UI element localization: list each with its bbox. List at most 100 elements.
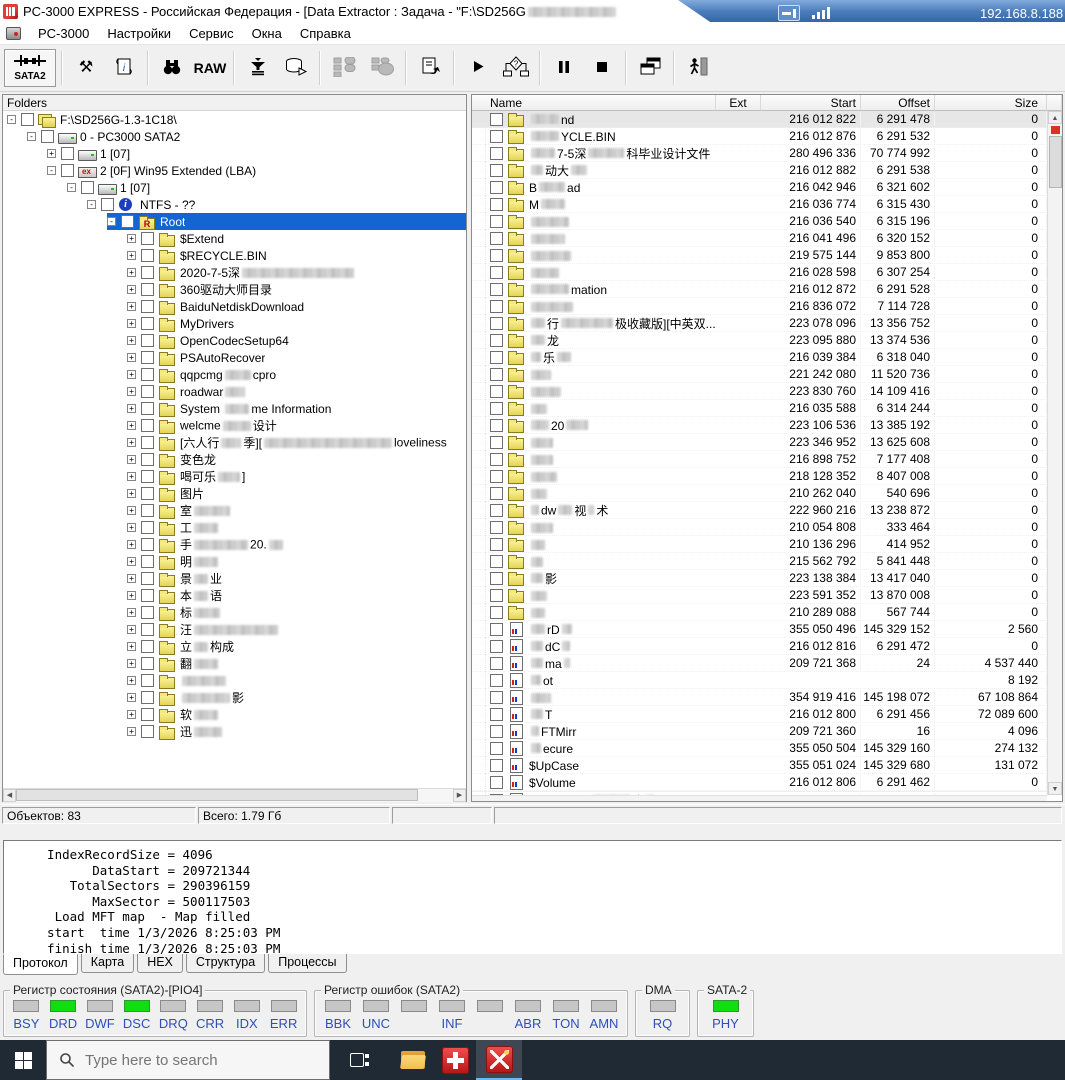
expand-toggle-icon[interactable]: + <box>127 710 136 719</box>
tree-checkbox[interactable] <box>141 402 154 415</box>
tree-checkbox[interactable] <box>141 317 154 330</box>
tree-item[interactable]: +软 <box>3 706 466 723</box>
file-checkbox[interactable] <box>490 113 503 126</box>
tree-checkbox[interactable] <box>141 334 154 347</box>
file-row[interactable]: ot8 192 <box>472 672 1047 689</box>
expand-toggle-icon[interactable]: - <box>27 132 36 141</box>
tree-checkbox[interactable] <box>101 198 114 211</box>
column-header-ext[interactable]: Ext <box>716 95 761 111</box>
file-row[interactable]: 216 836 0727 114 7280 <box>472 298 1047 315</box>
scrollbar-thumb[interactable] <box>16 789 418 801</box>
tab-протокол[interactable]: Протокол <box>3 954 78 975</box>
file-checkbox[interactable] <box>490 164 503 177</box>
tree-item[interactable]: +手20. <box>3 536 466 553</box>
file-checkbox[interactable] <box>490 572 503 585</box>
search-button[interactable] <box>154 49 190 87</box>
file-row[interactable]: 210 262 040540 6960 <box>472 485 1047 502</box>
file-checkbox[interactable] <box>490 742 503 755</box>
file-row[interactable]: 行极收藏版][中英双...223 078 09613 356 7520 <box>472 315 1047 332</box>
file-checkbox[interactable] <box>490 538 503 551</box>
tab-структура[interactable]: Структура <box>186 954 265 973</box>
tree-item[interactable]: +360驱动大师目录 <box>3 281 466 298</box>
tree-checkbox[interactable] <box>141 385 154 398</box>
file-row[interactable]: 216 028 5986 307 2540 <box>472 264 1047 281</box>
taskbar-search[interactable] <box>46 1040 330 1080</box>
file-row[interactable]: 216 035 5886 314 2440 <box>472 400 1047 417</box>
file-row[interactable]: 218 128 3528 407 0080 <box>472 468 1047 485</box>
tree-item[interactable]: +迅 <box>3 723 466 740</box>
expand-toggle-icon[interactable]: + <box>127 625 136 634</box>
stop-button[interactable] <box>584 49 620 87</box>
tree-item[interactable]: +MyDrivers <box>3 315 466 332</box>
scrollbar-thumb[interactable] <box>1049 136 1062 188</box>
expand-toggle-icon[interactable]: + <box>127 506 136 515</box>
tree-item[interactable]: +标 <box>3 604 466 621</box>
file-row[interactable]: 215 562 7925 841 4480 <box>472 553 1047 570</box>
file-checkbox[interactable] <box>490 470 503 483</box>
expand-toggle-icon[interactable]: + <box>127 370 136 379</box>
expand-toggle-icon[interactable]: + <box>127 489 136 498</box>
tree-checkbox[interactable] <box>141 521 154 534</box>
tree-checkbox[interactable] <box>141 657 154 670</box>
file-row[interactable]: FTMirr209 721 360164 096 <box>472 723 1047 740</box>
tree-item[interactable]: +变色龙 <box>3 451 466 468</box>
tree-checkbox[interactable] <box>141 266 154 279</box>
file-row[interactable]: 210 136 296414 9520 <box>472 536 1047 553</box>
file-row[interactable]: 7-5深科毕业设计文件280 496 33670 774 9920 <box>472 145 1047 162</box>
tree-checkbox[interactable] <box>141 283 154 296</box>
expand-toggle-icon[interactable]: + <box>127 557 136 566</box>
tab-hex[interactable]: HEX <box>137 954 183 973</box>
tree-checkbox[interactable] <box>141 232 154 245</box>
file-row[interactable]: 20223 106 53613 385 1920 <box>472 417 1047 434</box>
expand-toggle-icon[interactable]: + <box>127 302 136 311</box>
tree-checkbox[interactable] <box>141 674 154 687</box>
port-sata2-button[interactable]: SATA2 <box>4 49 56 87</box>
tree-item[interactable]: +明 <box>3 553 466 570</box>
tree-item[interactable]: +室 <box>3 502 466 519</box>
file-checkbox[interactable] <box>490 623 503 636</box>
file-checkbox[interactable] <box>490 436 503 449</box>
expand-toggle-icon[interactable]: + <box>127 727 136 736</box>
tree-item[interactable]: +汪 <box>3 621 466 638</box>
expand-toggle-icon[interactable]: + <box>127 608 136 617</box>
raw-recovery-button[interactable]: RAW <box>192 49 228 87</box>
scrollbar-track[interactable] <box>16 789 453 802</box>
file-checkbox[interactable] <box>490 657 503 670</box>
expand-toggle-icon[interactable]: - <box>7 115 16 124</box>
tree-checkbox[interactable] <box>141 572 154 585</box>
expand-toggle-icon[interactable]: + <box>127 336 136 345</box>
expand-toggle-icon[interactable]: + <box>127 591 136 600</box>
file-checkbox[interactable] <box>490 759 503 772</box>
file-checkbox[interactable] <box>490 708 503 721</box>
file-checkbox[interactable] <box>490 487 503 500</box>
tree-checkbox[interactable] <box>141 708 154 721</box>
tree-item[interactable]: +工 <box>3 519 466 536</box>
scroll-down-icon[interactable]: ▼ <box>1048 782 1062 795</box>
expand-toggle-icon[interactable]: - <box>107 217 116 226</box>
file-checkbox[interactable] <box>490 589 503 602</box>
expand-toggle-icon[interactable]: + <box>127 676 136 685</box>
files-horizontal-scrollbar[interactable] <box>472 795 1047 801</box>
file-checkbox[interactable] <box>490 402 503 415</box>
tree-checkbox[interactable] <box>141 249 154 262</box>
expand-toggle-icon[interactable]: + <box>127 574 136 583</box>
expand-toggle-icon[interactable]: + <box>127 472 136 481</box>
utility-tools-button[interactable]: ⚒ <box>68 49 104 87</box>
expand-toggle-icon[interactable]: + <box>127 285 136 294</box>
file-row[interactable]: mation216 012 8726 291 5280 <box>472 281 1047 298</box>
tree-item[interactable]: +[六人行季][loveliness <box>3 434 466 451</box>
tree-item[interactable]: +2020-7-5深 <box>3 264 466 281</box>
file-explorer-button[interactable] <box>392 1040 434 1080</box>
tree-item[interactable]: +1 [07] <box>3 145 466 162</box>
tree-item[interactable]: -0 - PC3000 SATA2 <box>3 128 466 145</box>
file-checkbox[interactable] <box>490 351 503 364</box>
tree-checkbox[interactable] <box>141 691 154 704</box>
expand-toggle-icon[interactable]: + <box>47 149 56 158</box>
menu-item-окна[interactable]: Окна <box>243 24 291 43</box>
tree-item[interactable]: +PSAutoRecover <box>3 349 466 366</box>
file-row[interactable]: M216 036 7746 315 4300 <box>472 196 1047 213</box>
file-checkbox[interactable] <box>490 385 503 398</box>
file-row[interactable]: $Volume216 012 8066 291 4620 <box>472 774 1047 791</box>
tree-checkbox[interactable] <box>141 623 154 636</box>
tree-checkbox[interactable] <box>141 589 154 602</box>
